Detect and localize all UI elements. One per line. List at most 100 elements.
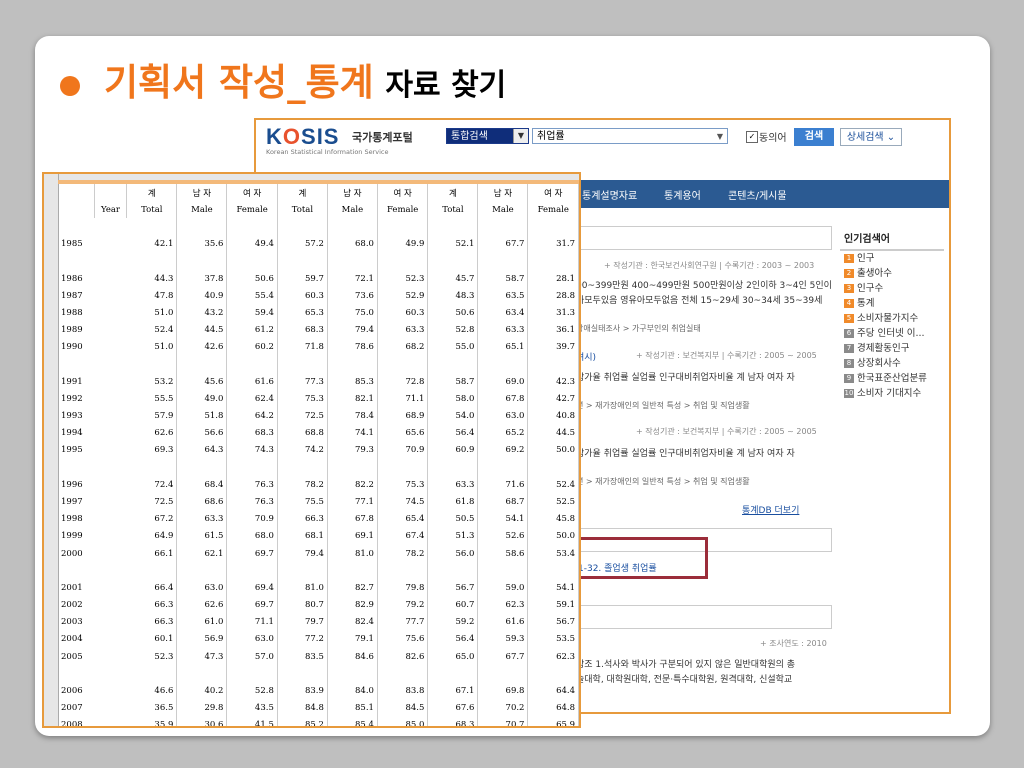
- value-cell: 36.5: [126, 699, 178, 717]
- spacer-row: [58, 459, 579, 477]
- table-row: 2003 66.3 61.0 71.1 79.7 82.4 77.7 59.2 61.6 56.7: [58, 613, 579, 631]
- value-cell: 59.0: [477, 579, 529, 597]
- blank-cell: [277, 355, 328, 374]
- rank-badge: 10: [844, 389, 854, 398]
- value-cell: 68.3: [226, 424, 278, 442]
- more-link[interactable]: 통계DB 더보기: [742, 503, 799, 516]
- value-cell: 72.1: [327, 269, 378, 288]
- year-cell: 1987: [61, 290, 83, 301]
- popular-item[interactable]: 4 통계: [840, 296, 944, 311]
- value-cell: 64.9: [126, 527, 178, 545]
- value-cell: 30.6: [176, 716, 228, 726]
- blank-cell: [377, 459, 429, 477]
- value-cell: 75.6: [377, 630, 429, 649]
- blank-cell: [427, 355, 479, 374]
- value-cell: 63.5: [477, 287, 529, 305]
- value-cell: 61.5: [176, 527, 228, 545]
- value-cell: 68.4: [176, 476, 228, 494]
- value-cell: 60.1: [126, 630, 178, 649]
- header-english: Male: [327, 201, 378, 219]
- value-cell: 74.1: [327, 424, 378, 442]
- rank-badge: 1: [844, 254, 854, 263]
- value-cell: 65.3: [277, 304, 328, 322]
- nav-item-terms[interactable]: 통계용어: [664, 187, 701, 202]
- value-cell: 31.3: [527, 304, 579, 322]
- value-cell: 82.1: [327, 390, 378, 408]
- value-cell: 52.4: [527, 476, 579, 494]
- blank-cell: [427, 665, 479, 683]
- value-cell: 60.2: [226, 338, 278, 356]
- kosis-logo: KOSIS 국가통계포털 Korean Statistical Informat…: [266, 124, 413, 156]
- spacer-row: [58, 218, 579, 236]
- popular-item[interactable]: 1 인구: [840, 251, 944, 266]
- value-cell: 61.6: [477, 613, 529, 631]
- result-text: 아모두있음 영유아모두없음 전체 15~29세 30~34세 35~39세: [576, 296, 823, 306]
- year-cell: 1991: [61, 376, 83, 387]
- value-cell: 61.0: [176, 613, 228, 631]
- popular-item[interactable]: 6 주당 인터넷 이...: [840, 326, 944, 341]
- header-english: Total: [277, 201, 328, 219]
- blank-cell: [226, 665, 278, 683]
- value-cell: 47.3: [176, 648, 228, 666]
- nav-item-stat-desc[interactable]: 통계설명자료: [582, 187, 637, 202]
- year-cell: 1985: [61, 239, 83, 250]
- title-bullet: [60, 76, 80, 96]
- popular-item[interactable]: 9 한국표준산업분류: [840, 371, 944, 386]
- blank-cell: [94, 631, 127, 648]
- value-cell: 62.3: [527, 648, 579, 666]
- blank-cell: [226, 459, 278, 477]
- year-cell: 2000: [61, 548, 83, 559]
- spacer-row: [58, 562, 579, 580]
- value-cell: 49.4: [226, 235, 278, 253]
- search-button[interactable]: 검색: [794, 128, 834, 146]
- synonym-checkbox[interactable]: ✓: [746, 131, 758, 143]
- value-cell: 51.3: [427, 527, 479, 545]
- popular-item[interactable]: 8 상장회사수: [840, 356, 944, 371]
- blank-cell: [126, 355, 178, 374]
- result-path[interactable]: 년 > 재가장애인의 일반적 특성 > 취업 및 직업생활: [576, 476, 750, 487]
- blank-cell: [94, 390, 127, 407]
- value-cell: 63.3: [377, 321, 429, 339]
- popular-item[interactable]: 7 경제활동인구: [840, 341, 944, 356]
- value-cell: 78.2: [377, 544, 429, 563]
- result-path[interactable]: 년 > 재가장애인의 일반적 특성 > 취업 및 직업생활: [576, 400, 750, 411]
- year-cell: 2007: [61, 703, 83, 714]
- value-cell: 47.8: [126, 287, 178, 305]
- popular-item[interactable]: 2 출생아수: [840, 266, 944, 281]
- blank-cell: [94, 184, 128, 202]
- popular-item[interactable]: 5 소비자물가지수: [840, 311, 944, 326]
- value-cell: 72.5: [277, 407, 328, 425]
- search-input[interactable]: 취업률 ▼: [532, 128, 728, 144]
- year-cell: 1993: [61, 411, 83, 422]
- value-cell: 55.4: [226, 287, 278, 305]
- popular-item[interactable]: 3 인구수: [840, 281, 944, 296]
- value-cell: 83.5: [277, 648, 328, 666]
- value-cell: 77.3: [277, 373, 328, 391]
- advanced-search-button[interactable]: 상세검색 ⌄: [840, 128, 902, 146]
- value-cell: 64.8: [527, 699, 579, 717]
- value-cell: 48.3: [427, 287, 479, 305]
- blank-cell: [477, 459, 529, 477]
- value-cell: 54.1: [527, 579, 579, 597]
- value-cell: 68.1: [277, 527, 328, 545]
- value-cell: 70.7: [477, 716, 529, 726]
- value-cell: 51.0: [126, 338, 178, 356]
- value-cell: 44.3: [126, 269, 178, 288]
- value-cell: 66.3: [277, 510, 328, 528]
- popular-item[interactable]: 10 소비자 기대지수: [840, 386, 944, 401]
- search-type-select[interactable]: 통합검색 ▼: [446, 128, 529, 144]
- value-cell: 51.8: [176, 407, 228, 425]
- synonym-label: 동의어: [759, 133, 787, 144]
- value-cell: 79.1: [327, 630, 378, 649]
- value-cell: 60.7: [427, 596, 479, 614]
- year-cell: 1989: [61, 325, 83, 336]
- nav-item-contents[interactable]: 콘텐츠/게시물: [728, 187, 787, 202]
- value-cell: 40.2: [176, 682, 228, 700]
- table-row: 1989 52.4 44.5 61.2 68.3 79.4 63.3 52.8 63.3 36.1: [58, 321, 579, 339]
- year-cell: 1992: [61, 393, 83, 404]
- result-path[interactable]: 장애실태조사 > 가구부인의 취업실태: [576, 323, 701, 334]
- blank-cell: [94, 287, 127, 304]
- value-cell: 69.3: [126, 441, 178, 459]
- value-cell: 65.4: [377, 510, 429, 528]
- table-row: 1991 53.2 45.6 61.6 77.3 85.3 72.8 58.7 69.0 42.3: [58, 373, 579, 391]
